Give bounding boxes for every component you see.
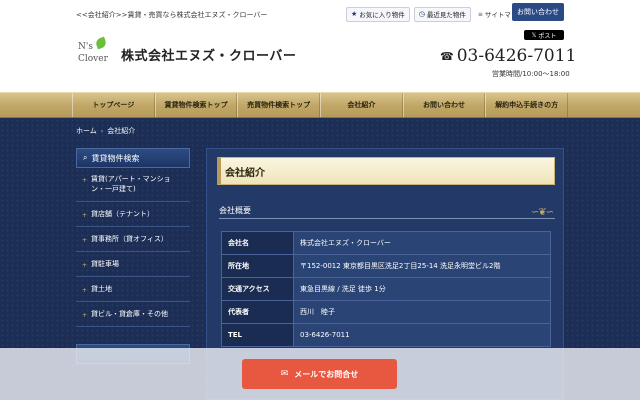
row-label: 会社名 bbox=[221, 231, 294, 255]
plus-icon: + bbox=[82, 237, 88, 244]
sidebar-item-label: 貸事務所（貸オフィス） bbox=[91, 235, 168, 243]
mail-inquiry-label: メールでお問合せ bbox=[294, 369, 359, 379]
search-icon: ⌕ bbox=[83, 153, 88, 162]
breadcrumb-home[interactable]: ホーム bbox=[76, 126, 97, 136]
header-tagline: <<会社紹介>>賃貸・売買なら株式会社エヌズ・クローバー bbox=[76, 11, 268, 19]
clover-leaf-icon bbox=[94, 36, 108, 50]
plus-icon: + bbox=[82, 212, 88, 219]
favorites-button[interactable]: ★ お気に入り物件 bbox=[346, 6, 410, 22]
global-nav: トップページ 賃貸物件検索トップ 売買物件検索トップ 会社紹介 お問い合わせ 解… bbox=[0, 92, 640, 118]
row-value: 東急目黒線 / 洗足 徒歩 1分 bbox=[293, 277, 551, 301]
row-value: 〒152-0012 東京都目黒区洗足2丁目25-14 洗足永明堂ビル2階 bbox=[293, 254, 551, 278]
breadcrumb-current: 会社紹介 bbox=[107, 127, 136, 135]
sidebar-item-rental-building[interactable]: + 貸ビル・貸倉庫・その他 bbox=[76, 302, 190, 327]
company-name[interactable]: 株式会社エヌズ・クローバー bbox=[121, 45, 296, 64]
table-row: 所在地 〒152-0012 東京都目黒区洗足2丁目25-14 洗足永明堂ビル2階 bbox=[221, 254, 551, 278]
logo[interactable]: N's Clover bbox=[74, 36, 116, 68]
recent-label: 最近見た物件 bbox=[426, 11, 466, 19]
header-contact-button[interactable]: お問い合わせ bbox=[512, 3, 564, 21]
sidebar-item-rental-office[interactable]: + 貸事務所（貸オフィス） bbox=[76, 227, 190, 252]
sidebar-item-label: 貸土地 bbox=[91, 285, 113, 293]
table-row: 交通アクセス 東急目黒線 / 洗足 徒歩 1分 bbox=[221, 277, 551, 301]
envelope-icon: ✉ bbox=[280, 369, 289, 379]
table-row: 会社名 株式会社エヌズ・クローバー bbox=[221, 231, 551, 255]
table-row: TEL 03-6426-7011 bbox=[221, 323, 551, 347]
page-title: 会社紹介 bbox=[217, 157, 555, 185]
x-post-button[interactable]: 𝕏 ポスト bbox=[524, 30, 564, 40]
sidebar-item-label: 賃貸(アパート・マンション・一戸建て) bbox=[91, 175, 171, 193]
sitemap-icon: ≡ bbox=[477, 10, 483, 18]
sidebar-item-rental-store[interactable]: + 貸店舗（テナント） bbox=[76, 202, 190, 227]
sidebar-item-label: 貸ビル・貸倉庫・その他 bbox=[91, 310, 169, 318]
table-row: 代表者 西川 睦子 bbox=[221, 300, 551, 324]
sidebar-item-label: 貸駐車場 bbox=[91, 260, 120, 268]
nav-item-company[interactable]: 会社紹介 bbox=[320, 93, 403, 117]
plus-icon: + bbox=[82, 312, 88, 319]
chevron-right-icon: › bbox=[100, 127, 104, 135]
nav-item-rental-search[interactable]: 賃貸物件検索トップ bbox=[154, 93, 238, 117]
sidebar-item-rental-land[interactable]: + 貸土地 bbox=[76, 277, 190, 302]
row-label: TEL bbox=[221, 323, 294, 347]
row-value: 03-6426-7011 bbox=[293, 323, 551, 347]
post-label: ポスト bbox=[538, 32, 557, 40]
nav-item-top[interactable]: トップページ bbox=[72, 93, 155, 117]
company-info-table: 会社名 株式会社エヌズ・クローバー 所在地 〒152-0012 東京都目黒区洗足… bbox=[221, 231, 551, 347]
mail-inquiry-button[interactable]: ✉ メールでお問合せ bbox=[242, 359, 397, 389]
row-value: 西川 睦子 bbox=[293, 300, 551, 324]
row-value: 株式会社エヌズ・クローバー bbox=[293, 231, 551, 255]
sidebar-heading-label: 賃貸物件検索 bbox=[91, 153, 140, 163]
section-divider bbox=[219, 218, 555, 219]
recent-viewed-button[interactable]: ◷ 最近見た物件 bbox=[413, 6, 471, 22]
section-title: 会社概要 bbox=[219, 206, 251, 215]
business-hours: 営業時間/10:00〜18:00 bbox=[492, 70, 570, 78]
phone-number[interactable]: ☎ 03-6426-7011 bbox=[440, 46, 576, 66]
logo-text-line1: N's bbox=[78, 42, 93, 52]
plus-icon: + bbox=[82, 262, 88, 269]
row-label: 代表者 bbox=[221, 300, 294, 324]
sidebar-item-rental-parking[interactable]: + 貸駐車場 bbox=[76, 252, 190, 277]
row-label: 所在地 bbox=[221, 254, 294, 278]
phone-icon: ☎ bbox=[440, 49, 454, 63]
nav-item-contact[interactable]: お問い合わせ bbox=[402, 93, 486, 117]
nav-item-sale-search[interactable]: 売買物件検索トップ bbox=[237, 93, 321, 117]
sidebar-heading: ⌕ 賃貸物件検索 bbox=[76, 148, 190, 168]
x-logo-icon: 𝕏 bbox=[531, 31, 537, 39]
row-label: 交通アクセス bbox=[221, 277, 294, 301]
site-header: <<会社紹介>>賃貸・売買なら株式会社エヌズ・クローバー N's Clover … bbox=[0, 0, 640, 92]
phone-text: 03-6426-7011 bbox=[456, 46, 577, 66]
header-utility-links: ★ お気に入り物件 ◷ 最近見た物件 ≡ サイトマップ bbox=[346, 6, 527, 22]
sidebar-item-rental-residence[interactable]: + 賃貸(アパート・マンション・一戸建て) bbox=[76, 168, 190, 202]
plus-icon: + bbox=[82, 287, 88, 294]
nav-item-cancellation[interactable]: 解約申込手続きの方 bbox=[485, 93, 569, 117]
sidebar-list: + 賃貸(アパート・マンション・一戸建て) + 貸店舗（テナント） + 貸事務所… bbox=[76, 168, 190, 327]
breadcrumb: ホーム › 会社紹介 bbox=[76, 126, 135, 136]
clock-icon: ◷ bbox=[418, 10, 425, 18]
star-icon: ★ bbox=[351, 10, 358, 18]
plus-icon: + bbox=[82, 177, 88, 184]
favorites-label: お気に入り物件 bbox=[359, 11, 405, 19]
logo-text-line2: Clover bbox=[78, 54, 108, 64]
sidebar-item-label: 貸店舗（テナント） bbox=[91, 210, 155, 218]
